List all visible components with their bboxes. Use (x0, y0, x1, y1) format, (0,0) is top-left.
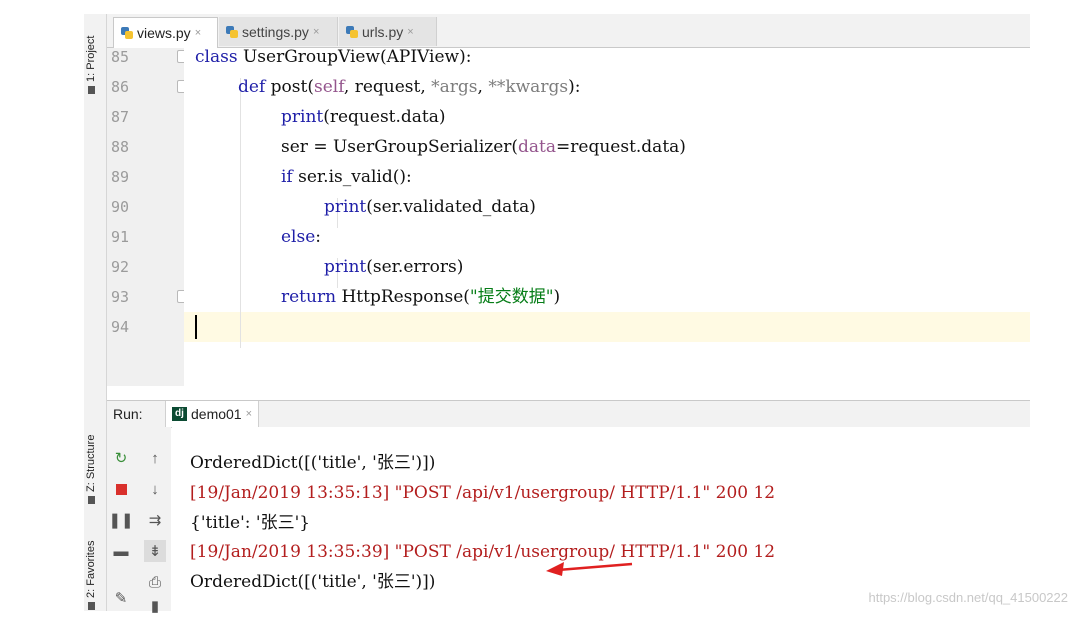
code-text: (request.data) (323, 107, 446, 127)
self-param: self (313, 77, 344, 97)
annotation-arrow-icon (546, 562, 633, 576)
console-line: [19/Jan/2019 13:35:13] "POST /api/v1/use… (190, 483, 776, 503)
pause-icon[interactable]: ❚❚ (108, 509, 133, 531)
code-text: ): (568, 77, 581, 97)
tab-close-icon[interactable]: × (407, 26, 413, 38)
code-text: , request, (343, 77, 432, 97)
run-config-label: demo01 (191, 406, 242, 422)
star-icon (87, 602, 95, 610)
keyword: if (281, 167, 293, 187)
tab-close-icon[interactable]: × (246, 408, 252, 420)
pin-icon[interactable]: ✎ (110, 587, 132, 609)
tool-window-stripe: 1: Project Z: Structure 2: Favorites (84, 14, 107, 611)
code-line-93: return HttpResponse("提交数据") (281, 282, 560, 312)
code-editor[interactable]: class UserGroupView(APIView): def post(s… (184, 47, 1030, 386)
code-text: post( (265, 77, 314, 97)
tab-label: urls.py (362, 23, 404, 40)
line-number: 93 (111, 288, 130, 306)
keyword-argument: data (518, 137, 557, 157)
layout-icon[interactable]: ▬ (110, 540, 132, 562)
run-console[interactable]: OrderedDict([('title', '张三')]) [19/Jan/2… (172, 427, 1030, 611)
watermark: https://blog.csdn.net/qq_41500222 (868, 590, 1069, 605)
line-number: 86 (111, 78, 130, 96)
keyword: class (195, 47, 238, 67)
tab-label: views.py (137, 25, 191, 41)
tab-close-icon[interactable]: × (313, 26, 319, 38)
code-text: ser = UserGroupSerializer( (281, 137, 519, 157)
console-line: OrderedDict([('title', '张三')]) (190, 572, 436, 592)
project-tool-button[interactable]: 1: Project (85, 36, 97, 94)
code-text: , (477, 77, 489, 97)
code-text: (ser.errors) (366, 257, 464, 277)
code-line-92: print(ser.errors) (324, 252, 463, 282)
code-text: ser.is_valid(): (292, 167, 412, 187)
code-text: HttpResponse( (336, 287, 470, 307)
code-text: UserGroupView(APIView): (237, 47, 472, 67)
line-number: 87 (111, 108, 130, 126)
favorites-label: 2: Favorites (85, 540, 97, 598)
keyword: def (238, 77, 266, 97)
string-literal: "提交数据" (469, 287, 554, 307)
scroll-to-end-icon[interactable]: ⇟ (144, 540, 166, 562)
line-number: 92 (111, 258, 130, 276)
code-line-87: print(request.data) (281, 102, 446, 132)
code-text: : (315, 227, 322, 247)
builtin: print (324, 257, 367, 277)
code-line-90: print(ser.validated_data) (324, 192, 536, 222)
run-config-tab[interactable]: dj demo01 × (165, 401, 260, 427)
run-label: Run: (113, 406, 143, 422)
line-number: 90 (111, 198, 130, 216)
console-line: OrderedDict([('title', '张三')]) (190, 453, 436, 473)
current-line-highlight (184, 312, 1030, 342)
tab-close-icon[interactable]: × (195, 27, 201, 39)
indent-guide (240, 78, 241, 348)
soft-wrap-icon[interactable]: ⇉ (144, 509, 166, 531)
arrow-up-icon[interactable]: ↑ (144, 447, 166, 469)
code-text: =request.data) (556, 137, 686, 157)
line-number: 85 (111, 48, 130, 66)
rerun-icon[interactable]: ↻ (110, 447, 132, 469)
trash-icon[interactable]: ▮ (144, 595, 166, 617)
django-icon: dj (172, 407, 187, 421)
builtin: print (281, 107, 324, 127)
keyword: return (281, 287, 337, 307)
ide-window: 1: Project Z: Structure 2: Favorites vie… (84, 14, 1030, 615)
kwargs-param: **kwargs (488, 77, 569, 97)
line-number: 91 (111, 228, 130, 246)
builtin: print (324, 197, 367, 217)
console-line: {'title': '张三'} (190, 513, 311, 533)
code-line-88: ser = UserGroupSerializer(data=request.d… (281, 132, 686, 162)
console-line: [19/Jan/2019 13:35:39] "POST /api/v1/use… (190, 542, 776, 562)
keyword: else (281, 227, 316, 247)
python-file-icon (225, 25, 239, 39)
code-text: (ser.validated_data) (366, 197, 536, 217)
code-text: ) (553, 287, 561, 307)
favorites-tool-button[interactable]: 2: Favorites (85, 541, 97, 610)
run-toolbar: ↻ ↑ ↓ ❚❚ ⇉ ▬ ⇟ ⎙ ✎ ▮ (107, 427, 171, 615)
structure-icon (87, 496, 95, 504)
stop-icon[interactable] (110, 478, 132, 500)
folder-icon (87, 86, 95, 94)
line-number: 94 (111, 318, 130, 336)
run-tool-header: Run: dj demo01 × (107, 400, 1030, 428)
structure-tool-button[interactable]: Z: Structure (85, 435, 97, 504)
code-line-85: class UserGroupView(APIView): (195, 42, 471, 72)
args-param: *args (431, 77, 478, 97)
text-caret (195, 315, 197, 339)
project-label: 1: Project (85, 35, 97, 82)
tab-label: settings.py (242, 23, 309, 40)
structure-label: Z: Structure (85, 434, 97, 492)
python-file-icon (345, 25, 359, 39)
print-icon[interactable]: ⎙ (144, 571, 166, 593)
line-number-gutter: 85 86 87 88 89 90 91 92 93 94 (107, 48, 190, 386)
line-number: 89 (111, 168, 130, 186)
code-line-86: def post(self, request, *args, **kwargs)… (238, 72, 580, 102)
line-number: 88 (111, 138, 130, 156)
python-file-icon (120, 26, 134, 40)
code-line-89: if ser.is_valid(): (281, 162, 412, 192)
code-line-91: else: (281, 222, 321, 252)
arrow-down-icon[interactable]: ↓ (144, 478, 166, 500)
